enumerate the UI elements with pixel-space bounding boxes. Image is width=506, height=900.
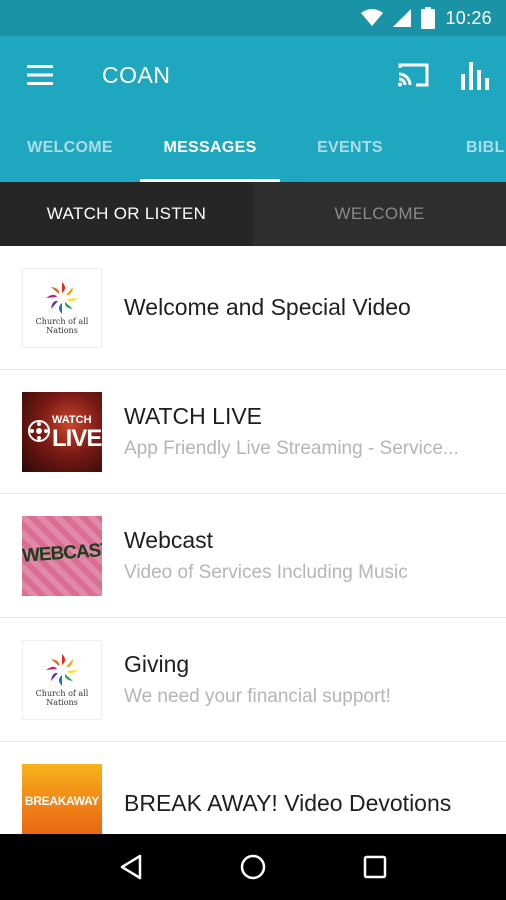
coan-logo-thumbnail: Church of all Nations xyxy=(22,267,102,348)
sub-tab-bar: WATCH OR LISTEN WELCOME xyxy=(0,182,506,246)
list-item-subtitle: Video of Services Including Music xyxy=(124,562,408,583)
back-icon[interactable] xyxy=(101,837,161,897)
subtab-watch-or-listen[interactable]: WATCH OR LISTEN xyxy=(0,182,253,246)
list-item-title: Webcast xyxy=(124,527,214,553)
tab-welcome[interactable]: WELCOME xyxy=(0,114,140,182)
app-title: COAN xyxy=(102,61,171,88)
wifi-icon xyxy=(361,9,384,27)
signal-icon xyxy=(393,9,412,27)
list-item[interactable]: BREAKAWAY BREAK AWAY! Video Devotions xyxy=(0,742,506,834)
status-bar: 10:26 xyxy=(0,0,506,36)
message-list: Church of all Nations Welcome and Specia… xyxy=(0,246,506,834)
list-item[interactable]: WATCH LIVE WATCH LIVE App Friendly Live … xyxy=(0,370,506,494)
tab-bible[interactable]: BIBL xyxy=(420,114,506,182)
list-item[interactable]: Church of all Nations Welcome and Specia… xyxy=(0,246,506,370)
tab-bar: WELCOME MESSAGES EVENTS BIBL xyxy=(0,114,506,182)
list-item-subtitle: App Friendly Live Streaming - Service... xyxy=(124,438,459,459)
battery-icon xyxy=(421,7,436,29)
webcast-thumbnail: WEBCAST xyxy=(22,515,102,596)
thumbnail-caption: WEBCAST xyxy=(22,539,102,567)
status-time: 10:26 xyxy=(445,7,492,28)
breakaway-thumbnail: BREAKAWAY xyxy=(22,763,102,834)
coan-logo-icon xyxy=(46,281,78,314)
list-item[interactable]: WEBCAST Webcast Video of Services Includ… xyxy=(0,494,506,618)
list-item-subtitle: We need your financial support! xyxy=(124,686,391,707)
list-item[interactable]: Church of all Nations Giving We need you… xyxy=(0,618,506,742)
thumbnail-caption: Church of all Nations xyxy=(35,316,89,335)
app-bar: COAN xyxy=(0,36,506,114)
system-nav-bar xyxy=(0,834,506,900)
coan-logo-icon xyxy=(46,653,78,686)
coan-logo-thumbnail: Church of all Nations xyxy=(22,639,102,720)
list-item-title: Giving xyxy=(124,651,190,677)
subtab-welcome[interactable]: WELCOME xyxy=(253,182,506,246)
home-icon[interactable] xyxy=(223,837,283,897)
bar-chart-icon[interactable] xyxy=(444,36,506,114)
tab-events[interactable]: EVENTS xyxy=(280,114,420,182)
recents-icon[interactable] xyxy=(345,837,405,897)
tab-messages[interactable]: MESSAGES xyxy=(140,114,280,182)
list-item-title: BREAK AWAY! Video Devotions xyxy=(124,790,452,816)
thumbnail-caption: BREAKAWAY xyxy=(24,793,100,808)
hamburger-menu-icon[interactable] xyxy=(0,36,80,114)
watch-live-thumbnail: WATCH LIVE xyxy=(22,391,102,472)
cast-icon[interactable] xyxy=(382,36,444,114)
list-item-title: Welcome and Special Video xyxy=(124,294,411,320)
thumbnail-caption: LIVE xyxy=(52,424,102,452)
reel-icon xyxy=(28,419,50,442)
list-item-title: WATCH LIVE xyxy=(124,403,263,429)
thumbnail-caption: Church of all Nations xyxy=(35,688,89,707)
